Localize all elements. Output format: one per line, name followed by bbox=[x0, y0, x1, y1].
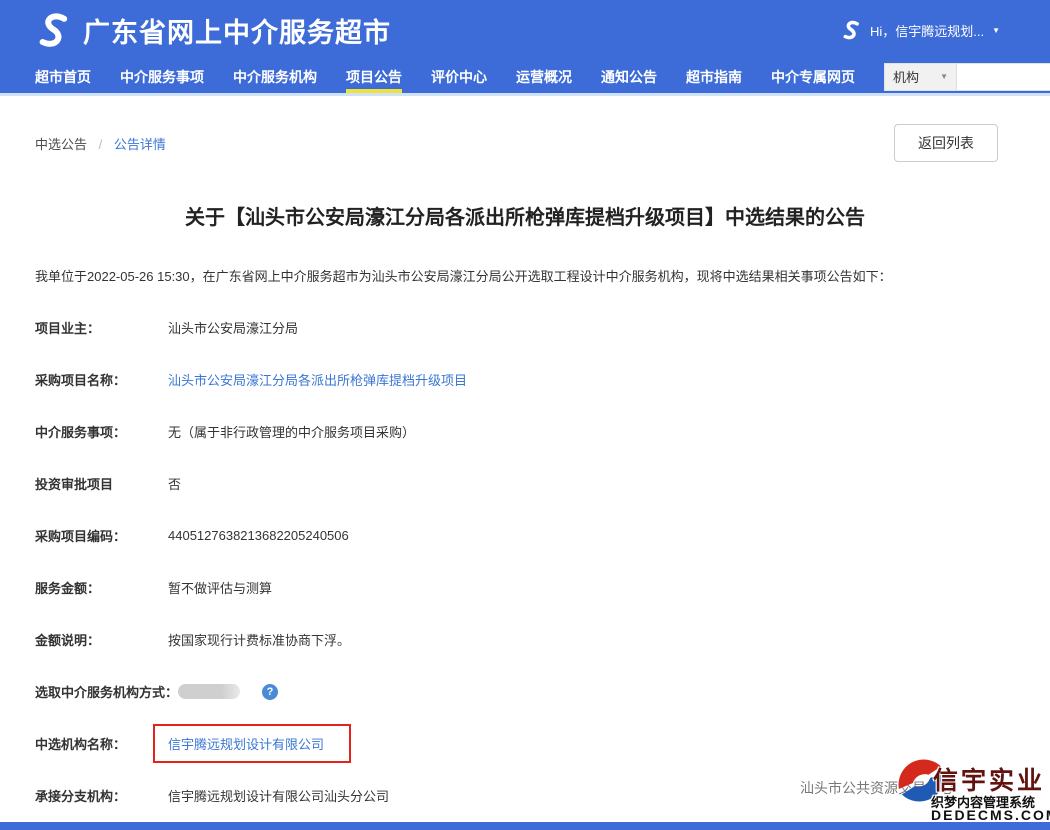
redacted-value bbox=[178, 684, 240, 699]
field-label: 投资审批项目 bbox=[35, 474, 168, 493]
nav-item[interactable]: 评价中心 bbox=[431, 60, 487, 93]
page: 广东省网上中介服务超市 Hi，信宇腾远规划... ▼ 超市首页中介服务事项中介服… bbox=[0, 0, 1050, 830]
field-label: 项目业主： bbox=[35, 318, 168, 337]
nav-item[interactable]: 中介服务机构 bbox=[233, 60, 317, 93]
field-row: 金额说明： 按国家现行计费标准协商下浮。 bbox=[35, 630, 1015, 649]
announcement-main: 中选公告 / 公告详情 返回列表 关于【汕头市公安局濠江分局各派出所枪弹库提档升… bbox=[0, 96, 1050, 830]
announcement-intro: 我单位于2022-05-26 15:30，在广东省网上中介服务超市为汕头市公安局… bbox=[0, 266, 1050, 285]
field-value: 4405127638213682205240506 bbox=[168, 528, 349, 543]
field-value: 信宇腾远规划设计有限公司汕头分公司 bbox=[168, 786, 389, 805]
field-value: ? bbox=[178, 683, 278, 700]
field-value: 无（属于非行政管理的中介服务项目采购） bbox=[168, 422, 415, 441]
site-logo-icon bbox=[33, 10, 73, 50]
breadcrumb-separator: / bbox=[99, 137, 103, 152]
field-label: 采购项目名称： bbox=[35, 370, 168, 389]
field-row: 采购项目名称： 汕头市公安局濠江分局各派出所枪弹库提档升级项目 bbox=[35, 370, 1015, 389]
user-greeting: Hi，信宇腾远规划... bbox=[870, 21, 984, 40]
field-label: 中选机构名称： bbox=[35, 734, 168, 753]
nav-item[interactable]: 超市指南 bbox=[686, 60, 742, 93]
field-row: 项目业主： 汕头市公安局濠江分局 bbox=[35, 318, 1015, 337]
footer-strip bbox=[0, 822, 1050, 830]
chevron-down-icon: ▼ bbox=[992, 26, 1000, 35]
site-header: 广东省网上中介服务超市 Hi，信宇腾远规划... ▼ 超市首页中介服务事项中介服… bbox=[0, 0, 1050, 96]
field-label: 承接分支机构： bbox=[35, 786, 168, 805]
watermark-area: 汕头市公共资源交易中心 信宇实业 织梦内容管理系统 DEDECMS.COM bbox=[790, 748, 1045, 824]
site-title: 广东省网上中介服务超市 bbox=[83, 11, 391, 50]
field-label: 服务金额： bbox=[35, 578, 168, 597]
back-to-list-button[interactable]: 返回列表 bbox=[894, 124, 998, 162]
announcement-title: 关于【汕头市公安局濠江分局各派出所枪弹库提档升级项目】中选结果的公告 bbox=[0, 201, 1050, 230]
field-row: 投资审批项目 否 bbox=[35, 474, 1015, 493]
field-row: 服务金额： 暂不做评估与测算 bbox=[35, 578, 1015, 597]
search-box: 机构 ▼ bbox=[884, 63, 1050, 91]
watermark-cms-url: DEDECMS.COM bbox=[931, 807, 1050, 823]
nav-item[interactable]: 通知公告 bbox=[601, 60, 657, 93]
field-value: 信宇腾远规划设计有限公司 bbox=[168, 735, 351, 752]
field-label: 金额说明： bbox=[35, 630, 168, 649]
field-value: 汕头市公安局濠江分局各派出所枪弹库提档升级项目 bbox=[168, 370, 467, 389]
selected-agency-link[interactable]: 信宇腾远规划设计有限公司 bbox=[153, 724, 351, 763]
user-logo-icon bbox=[840, 19, 862, 41]
nav-item[interactable]: 中介服务事项 bbox=[120, 60, 204, 93]
nav-item[interactable]: 中介专属网页 bbox=[771, 60, 855, 93]
search-input[interactable] bbox=[957, 64, 1050, 90]
field-row: 选取中介服务机构方式： ? bbox=[35, 682, 1015, 701]
nav-item[interactable]: 运营概况 bbox=[516, 60, 572, 93]
field-label: 采购项目编码： bbox=[35, 526, 168, 545]
main-nav: 超市首页中介服务事项中介服务机构项目公告评价中心运营概况通知公告超市指南中介专属… bbox=[0, 60, 1050, 93]
field-value: 否 bbox=[168, 474, 181, 493]
breadcrumb: 中选公告 / 公告详情 bbox=[35, 124, 166, 153]
search-category-label: 机构 bbox=[893, 67, 919, 86]
field-label: 选取中介服务机构方式： bbox=[35, 682, 178, 701]
field-row: 中介服务事项： 无（属于非行政管理的中介服务项目采购） bbox=[35, 422, 1015, 441]
breadcrumb-parent[interactable]: 中选公告 bbox=[35, 137, 87, 152]
chevron-down-icon: ▼ bbox=[940, 72, 948, 81]
project-name-link[interactable]: 汕头市公安局濠江分局各派出所枪弹库提档升级项目 bbox=[168, 373, 467, 388]
field-label: 中介服务事项： bbox=[35, 422, 168, 441]
nav-item[interactable]: 项目公告 bbox=[346, 60, 402, 93]
user-menu[interactable]: Hi，信宇腾远规划... ▼ bbox=[840, 19, 1000, 41]
field-value: 汕头市公安局濠江分局 bbox=[168, 318, 298, 337]
breadcrumb-current: 公告详情 bbox=[114, 137, 166, 152]
nav-item[interactable]: 超市首页 bbox=[35, 60, 91, 93]
search-category-dropdown[interactable]: 机构 ▼ bbox=[885, 64, 957, 90]
help-icon[interactable]: ? bbox=[262, 684, 278, 700]
field-value: 按国家现行计费标准协商下浮。 bbox=[168, 630, 350, 649]
field-value: 暂不做评估与测算 bbox=[168, 578, 272, 597]
field-row: 采购项目编码： 4405127638213682205240506 bbox=[35, 526, 1015, 545]
